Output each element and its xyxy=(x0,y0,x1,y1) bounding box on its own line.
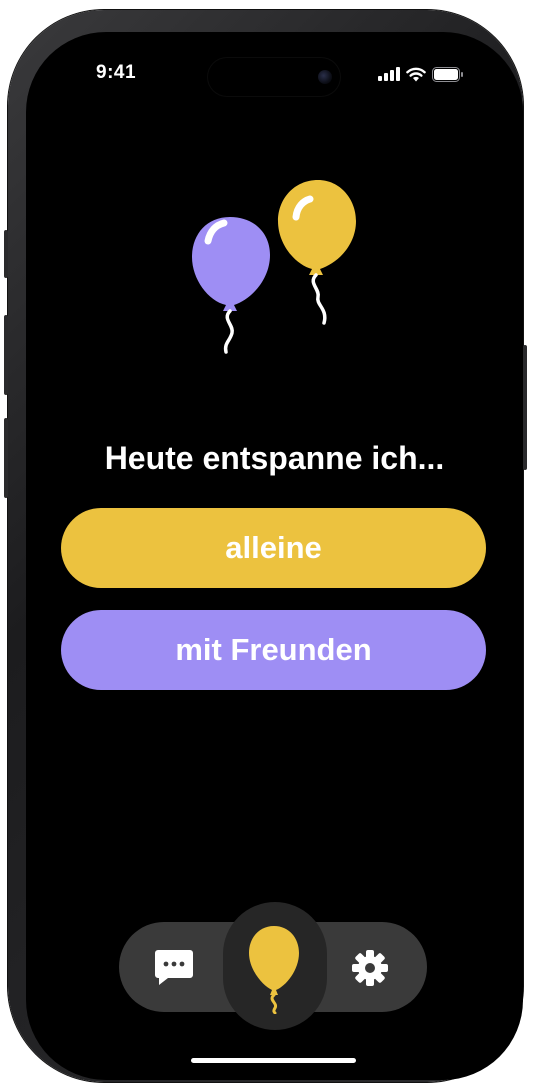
status-bar: 9:41 xyxy=(26,32,523,102)
tab-chat[interactable] xyxy=(152,945,196,989)
volume-down-button xyxy=(4,418,8,498)
alone-button[interactable]: alleine xyxy=(61,508,486,588)
screen: 9:41 Heute entspanne ich... alleine mit … xyxy=(26,32,523,1080)
phone-frame: 9:41 Heute entspanne ich... alleine mit … xyxy=(4,10,527,1082)
chat-bubble-icon xyxy=(155,950,193,985)
battery-icon xyxy=(432,66,463,82)
prompt-heading: Heute entspanne ich... xyxy=(104,440,445,476)
action-button xyxy=(4,230,8,278)
home-indicator[interactable] xyxy=(191,1058,356,1063)
cellular-signal-icon xyxy=(378,67,400,81)
status-icons xyxy=(378,64,464,84)
balloon-icon xyxy=(249,926,299,1014)
with-friends-button[interactable]: mit Freunden xyxy=(61,610,486,690)
volume-up-button xyxy=(4,315,8,395)
balloons-illustration xyxy=(186,177,366,357)
wifi-icon xyxy=(406,67,426,81)
status-time: 9:41 xyxy=(96,62,137,83)
tab-home[interactable] xyxy=(242,924,306,1014)
front-camera xyxy=(318,70,332,84)
power-button xyxy=(523,345,527,470)
gear-icon xyxy=(352,950,388,986)
tab-settings[interactable] xyxy=(348,946,392,990)
purple-balloon-icon xyxy=(192,217,270,354)
yellow-balloon-icon xyxy=(278,180,356,325)
